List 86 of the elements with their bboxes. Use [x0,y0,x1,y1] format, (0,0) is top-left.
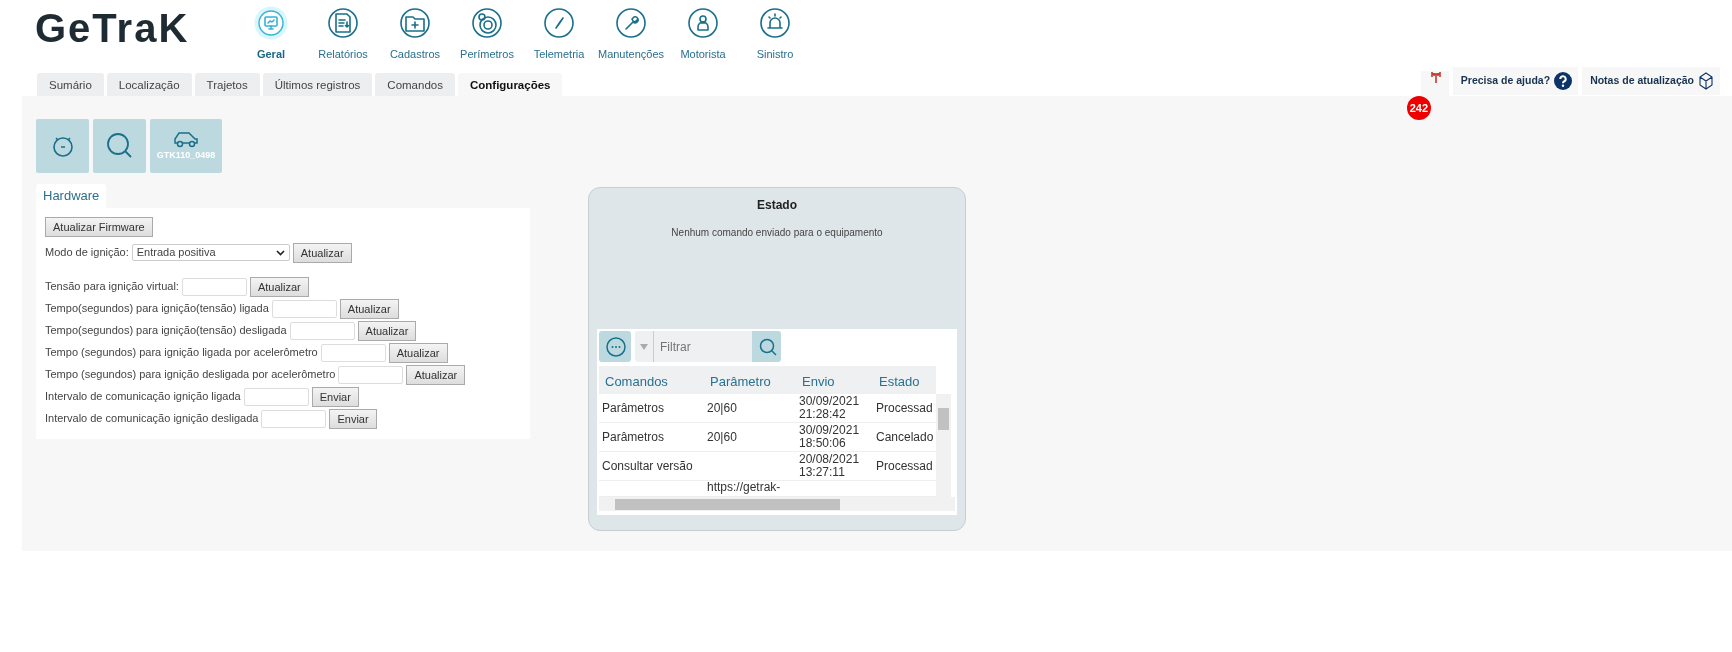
table-cell: Processad [876,401,933,415]
action-button[interactable]: Enviar [329,408,377,429]
tab[interactable]: Sumário [37,73,104,96]
input-field[interactable] [338,365,404,384]
field-label: Intervalo de comunicação ignição ligada [45,389,241,405]
table-cell-text: 20/08/2021 13:27:11 [799,453,861,479]
document-icon [326,6,360,40]
alerts-button[interactable] [1420,71,1449,99]
input-field[interactable] [181,277,247,296]
car-icon [171,129,201,150]
logo: GeTraK [35,8,191,52]
nav-item[interactable]: Motorista [667,0,739,73]
table-cell-text: 30/09/2021 18:50:06 [799,424,861,450]
help-icon [1554,72,1573,90]
input-field[interactable] [271,299,337,318]
column-header: Parâmetro [704,366,796,394]
filter-field[interactable]: Filtrar [653,331,752,362]
timer-icon [50,134,75,159]
target-icon [470,6,504,40]
tab[interactable]: Comandos [375,73,455,96]
scrollbar-thumb[interactable] [938,408,949,430]
tab[interactable]: Configurações [457,73,563,96]
input-field[interactable] [261,409,327,428]
table-cell: Consultar versão [602,459,693,473]
action-button[interactable]: Atualizar [357,320,417,341]
nav-item[interactable]: Telemetria [523,0,595,73]
action-button[interactable]: Atualizar [249,276,309,297]
table-cell: https://getrak- [707,481,781,494]
column-header: Envio [796,366,873,394]
empty-message: Nenhum comando enviado para o equipamento [670,226,884,240]
folder-plus-icon [398,6,432,40]
table-cell: 20|60 [707,430,737,444]
input-field[interactable] [320,343,386,362]
search-button[interactable] [752,331,781,362]
field-label: Intervalo de comunicação ignição desligada [45,411,259,427]
field-label: Tempo (segundos) para ignição ligada por acelerômetro [45,345,318,361]
tab[interactable]: Últimos registros [262,73,373,96]
action-button[interactable]: Atualizar [292,242,352,263]
more-button[interactable] [599,331,631,362]
table-cell: Parâmetros [602,401,665,415]
search-icon [758,337,778,358]
section-tab[interactable]: Hardware [36,184,107,208]
field-label: Modo de ignição: [45,245,129,261]
person-icon [686,6,720,40]
nav-item[interactable]: Manutenções [595,0,667,73]
vertical-scrollbar[interactable] [936,394,951,497]
field-label: Tensão para ignição virtual: [45,279,179,295]
input-field[interactable] [243,387,309,406]
help-button[interactable]: Precisa de ajuda? [1452,67,1579,95]
scrollbar-thumb[interactable] [615,498,840,510]
alarm-button[interactable] [36,119,89,173]
action-button[interactable]: Atualizar Firmware [45,216,153,237]
siren-icon [758,6,792,40]
panel-title: Estado [756,197,798,214]
action-button[interactable]: Enviar [311,386,359,407]
dropdown-button[interactable] [635,331,653,362]
tab[interactable]: Trajetos [194,73,260,96]
nav-item[interactable]: Sinistro [739,0,811,73]
chevron-icon [275,249,285,256]
horizontal-scrollbar[interactable] [599,497,955,511]
monitor-icon [254,6,288,40]
action-button[interactable]: Atualizar [339,298,399,319]
field-label: Tempo(segundos) para ignição(tensão) ligada [45,301,269,317]
search-button[interactable] [93,119,146,173]
table-cell-text: 30/09/2021 21:28:42 [799,395,861,421]
table-cell: Processad [876,459,933,473]
column-header: Comandos [599,366,704,394]
box-icon [1698,72,1714,90]
nav-item[interactable]: Perímetros [451,0,523,73]
select-field[interactable]: Entrada positiva [131,244,290,261]
field-label: Tempo (segundos) para ignição desligada por acelerômetro [45,367,336,383]
nav-item[interactable]: Cadastros [379,0,451,73]
input-field[interactable] [289,321,355,340]
more-icon [605,336,627,359]
nav-item[interactable]: Relatórios [307,0,379,73]
column-header: Estado [873,366,936,394]
tab[interactable]: Localização [106,73,192,96]
release-notes-button[interactable]: Notas de atualização [1582,67,1720,95]
nav-item[interactable]: Geral [235,0,307,73]
table-cell: 20|60 [707,401,737,415]
table-cell: Cancelado [876,430,934,444]
table-cell: Parâmetros [602,430,665,444]
action-button[interactable]: Atualizar [406,364,466,385]
field-label: Tempo(segundos) para ignição(tensão) desligada [45,323,287,339]
antenna-icon [1429,71,1442,83]
action-button[interactable]: Atualizar [388,342,448,363]
